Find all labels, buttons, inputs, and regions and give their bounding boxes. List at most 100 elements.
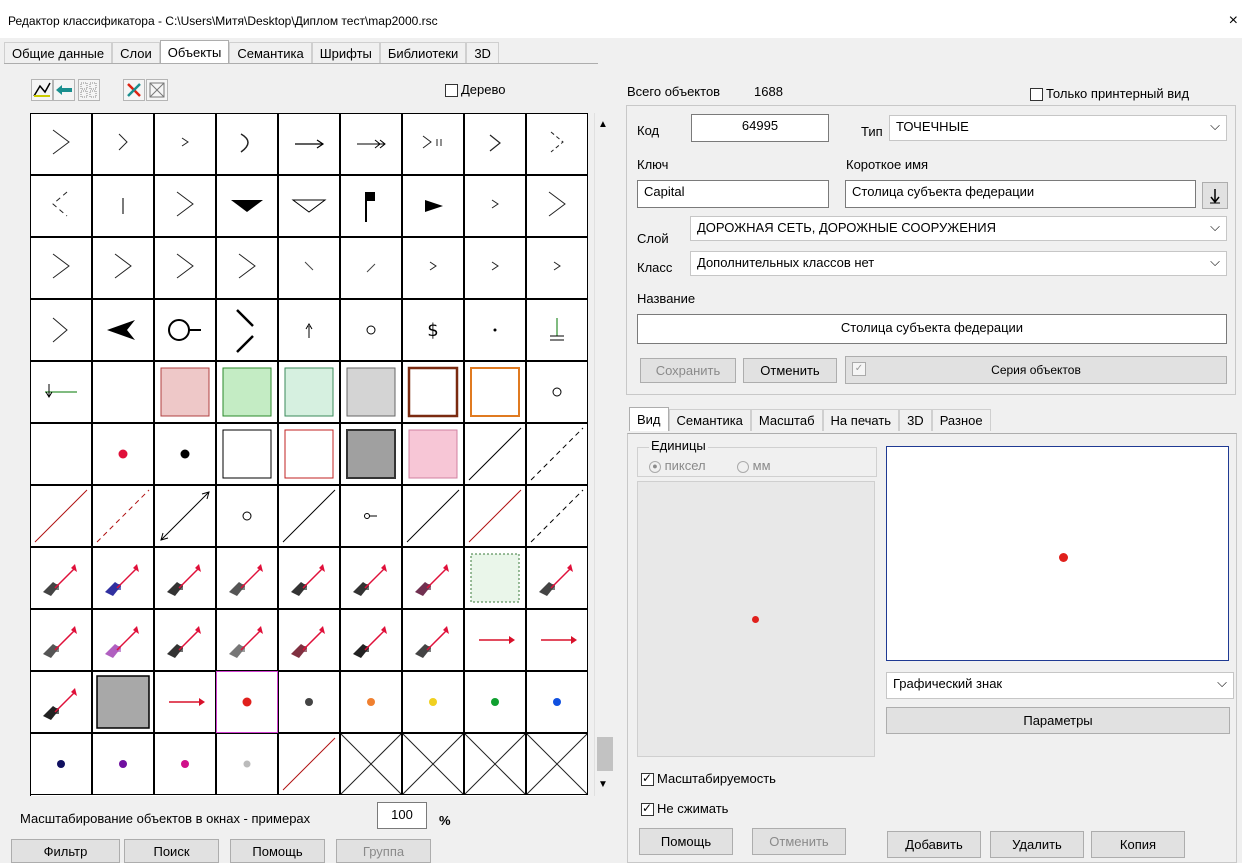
object-cell[interactable] [92, 733, 154, 795]
object-cell[interactable] [278, 609, 340, 671]
radio-empty-icon[interactable] [737, 460, 749, 473]
object-cell[interactable] [278, 485, 340, 547]
main-tab-4[interactable]: Шрифты [311, 42, 380, 64]
view-tab-2[interactable]: Масштаб [750, 409, 823, 431]
object-cell[interactable] [402, 609, 464, 671]
object-cell[interactable] [92, 299, 154, 361]
view-tab-1[interactable]: Семантика [668, 409, 751, 431]
search-button[interactable]: Поиск [124, 839, 219, 863]
close-icon[interactable]: × [1229, 12, 1238, 30]
view-tab-3[interactable]: На печать [822, 409, 900, 431]
object-cell[interactable] [278, 423, 340, 485]
object-cell[interactable] [340, 113, 402, 175]
params-button[interactable]: Параметры [886, 707, 1230, 734]
object-cell[interactable] [30, 485, 92, 547]
object-cell[interactable] [154, 361, 216, 423]
object-cell[interactable] [30, 609, 92, 671]
swap-arrows-icon[interactable] [53, 79, 75, 101]
no-compress-checkbox[interactable]: Не сжимать [641, 801, 728, 817]
print-only-checkbox[interactable]: Только принтерный вид [1030, 86, 1189, 102]
main-tab-6[interactable]: 3D [466, 42, 499, 64]
view-tab-4[interactable]: 3D [899, 409, 932, 431]
object-cell[interactable] [340, 423, 402, 485]
object-cell[interactable] [30, 113, 92, 175]
object-cell[interactable] [278, 361, 340, 423]
object-cell[interactable] [402, 361, 464, 423]
object-cell[interactable] [464, 237, 526, 299]
object-cell[interactable] [30, 733, 92, 795]
view-cancel-button[interactable]: Отменить [752, 828, 846, 855]
object-cell[interactable] [30, 237, 92, 299]
object-cell[interactable] [92, 671, 154, 733]
scroll-down-icon[interactable]: ▼ [598, 779, 608, 790]
group-button[interactable]: Группа [336, 839, 431, 863]
object-cell[interactable] [216, 237, 278, 299]
object-cell[interactable] [464, 547, 526, 609]
view-tab-5[interactable]: Разное [931, 409, 991, 431]
object-cell[interactable] [464, 733, 526, 795]
object-cell[interactable] [402, 113, 464, 175]
object-cell[interactable] [526, 733, 588, 795]
name-input[interactable]: Столица субъекта федерации [637, 314, 1227, 344]
object-cell[interactable] [340, 299, 402, 361]
object-cell[interactable] [30, 547, 92, 609]
object-cell[interactable] [216, 175, 278, 237]
object-cell[interactable] [30, 175, 92, 237]
object-cell[interactable] [278, 733, 340, 795]
tree-checkbox-box[interactable] [445, 84, 458, 98]
object-cell[interactable]: $ [402, 299, 464, 361]
object-cell[interactable] [154, 423, 216, 485]
view-help-button[interactable]: Помощь [639, 828, 733, 855]
main-tab-3[interactable]: Семантика [229, 42, 312, 64]
object-cell[interactable] [216, 547, 278, 609]
object-cell[interactable] [464, 361, 526, 423]
object-cell[interactable] [154, 175, 216, 237]
object-cell[interactable] [154, 547, 216, 609]
grid-view-icon[interactable] [78, 79, 100, 101]
series-check-icon[interactable]: ✓ [852, 362, 866, 376]
object-cell[interactable] [464, 175, 526, 237]
object-cell[interactable] [526, 547, 588, 609]
object-cell[interactable] [278, 299, 340, 361]
object-cell[interactable] [402, 733, 464, 795]
object-cell[interactable] [154, 671, 216, 733]
object-cell[interactable] [30, 361, 92, 423]
unit-mm-radio[interactable]: мм [737, 458, 771, 473]
object-cell[interactable] [402, 485, 464, 547]
view-tab-0[interactable]: Вид [629, 407, 669, 431]
object-cell[interactable] [402, 423, 464, 485]
main-tab-1[interactable]: Слои [112, 42, 160, 64]
object-cell[interactable] [526, 671, 588, 733]
cancel-button[interactable]: Отменить [743, 358, 837, 383]
object-cell[interactable] [526, 423, 588, 485]
object-cell[interactable] [216, 485, 278, 547]
object-cell[interactable] [92, 547, 154, 609]
key-input[interactable]: Capital [637, 180, 829, 208]
object-cell[interactable] [340, 547, 402, 609]
object-cell[interactable] [464, 671, 526, 733]
object-cell[interactable] [278, 175, 340, 237]
object-cell[interactable] [30, 299, 92, 361]
object-cell[interactable] [154, 299, 216, 361]
code-input[interactable]: 64995 [691, 114, 829, 142]
object-cell[interactable] [92, 361, 154, 423]
object-cell[interactable] [216, 733, 278, 795]
radio-selected-icon[interactable]: ● [649, 460, 661, 473]
object-cell[interactable] [278, 113, 340, 175]
object-cell[interactable] [278, 671, 340, 733]
object-cell[interactable] [92, 609, 154, 671]
type-select[interactable]: ТОЧЕЧНЫЕ ⌵ [889, 115, 1227, 141]
object-cell[interactable] [526, 485, 588, 547]
edit-line-icon[interactable] [31, 79, 53, 101]
object-cell[interactable] [340, 175, 402, 237]
object-cell[interactable] [30, 423, 92, 485]
object-cell[interactable] [278, 237, 340, 299]
object-cell[interactable] [92, 175, 154, 237]
object-cell[interactable] [340, 733, 402, 795]
main-tab-5[interactable]: Библиотеки [379, 42, 467, 64]
object-cell[interactable] [340, 237, 402, 299]
object-cell[interactable] [92, 237, 154, 299]
object-cell[interactable] [92, 423, 154, 485]
object-cell[interactable] [464, 609, 526, 671]
add-button[interactable]: Добавить [887, 831, 981, 858]
